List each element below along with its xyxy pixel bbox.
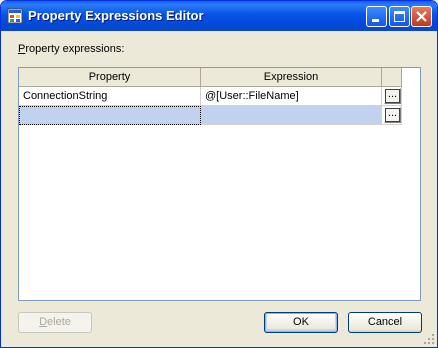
- property-expressions-label: Property expressions:: [18, 43, 124, 55]
- label-text: roperty expressions:: [25, 43, 125, 55]
- delete-button[interactable]: Delete: [18, 312, 92, 333]
- window-title: Property Expressions Editor: [28, 8, 204, 23]
- resize-grip-icon[interactable]: [423, 333, 435, 345]
- expression-cell[interactable]: [201, 106, 382, 125]
- ellipsis-cell: ...: [382, 106, 402, 125]
- column-header-expression[interactable]: Expression: [201, 68, 382, 87]
- title-bar[interactable]: Property Expressions Editor: [1, 1, 437, 31]
- maximize-icon: [394, 11, 405, 22]
- minimize-icon: [372, 19, 379, 22]
- maximize-button[interactable]: [389, 6, 410, 27]
- expression-builder-button[interactable]: ...: [384, 107, 401, 123]
- column-header-property[interactable]: Property: [19, 68, 201, 87]
- expression-cell[interactable]: @[User::FileName]: [201, 87, 382, 106]
- delete-label: elete: [47, 316, 71, 328]
- delete-accelerator: D: [39, 316, 48, 328]
- property-expressions-grid[interactable]: Property Expression ConnectionString @[U…: [18, 67, 421, 301]
- dialog-window: Property Expressions Editor Property exp…: [0, 0, 438, 348]
- ok-button[interactable]: OK: [264, 312, 338, 333]
- table-row[interactable]: ConnectionString @[User::FileName] ...: [19, 87, 402, 106]
- property-cell[interactable]: ConnectionString: [19, 87, 201, 106]
- close-icon: [416, 11, 427, 22]
- column-header-button: [382, 68, 402, 87]
- table-row-new[interactable]: ...: [19, 106, 402, 125]
- dialog-app-icon: [7, 8, 23, 24]
- cancel-button[interactable]: Cancel: [348, 312, 422, 333]
- ellipsis-cell: ...: [382, 87, 402, 106]
- expression-builder-button[interactable]: ...: [384, 88, 401, 104]
- close-button[interactable]: [411, 6, 432, 27]
- property-cell[interactable]: [19, 106, 201, 125]
- minimize-button[interactable]: [366, 6, 387, 27]
